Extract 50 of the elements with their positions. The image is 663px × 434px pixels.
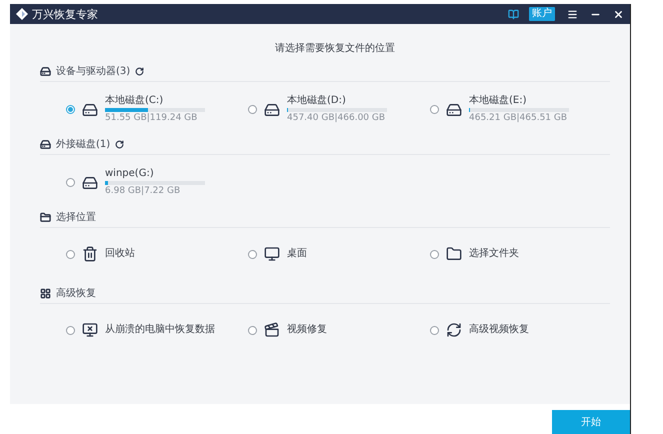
hard-drive-icon bbox=[40, 66, 51, 77]
location-label[interactable]: 选择文件夹 bbox=[469, 249, 519, 259]
radio-button[interactable] bbox=[248, 105, 257, 114]
hard-drive-icon bbox=[264, 102, 280, 118]
radio-button[interactable] bbox=[66, 250, 75, 258]
radio-button[interactable] bbox=[430, 250, 439, 258]
grid-icon bbox=[40, 288, 51, 299]
location-label[interactable]: 桌面 bbox=[287, 249, 307, 259]
monitor-icon bbox=[82, 322, 98, 338]
close-icon[interactable] bbox=[613, 8, 624, 20]
clapperboard-icon bbox=[264, 322, 280, 338]
location-label[interactable]: 视频修复 bbox=[287, 325, 327, 335]
section-title: 高级恢复 bbox=[56, 288, 96, 298]
radio-button[interactable] bbox=[66, 105, 75, 114]
refresh-icon bbox=[446, 322, 462, 338]
folder-icon bbox=[40, 212, 51, 223]
usage-text: 6.98 GB|7.22 GB bbox=[105, 187, 182, 196]
drive-name[interactable]: 本地磁盘(C:) bbox=[105, 96, 205, 106]
usage-text: 465.21 GB|465.51 GB bbox=[469, 114, 568, 123]
logo-icon bbox=[16, 8, 28, 20]
location-label[interactable]: 高级视频恢复 bbox=[469, 325, 529, 335]
drive-name[interactable]: 本地磁盘(E:) bbox=[469, 96, 569, 106]
section-title: 外接磁盘(1) bbox=[56, 140, 110, 150]
hard-drive-icon bbox=[82, 102, 98, 118]
drive-name[interactable]: 本地磁盘(D:) bbox=[287, 96, 387, 106]
hard-drive-icon bbox=[82, 174, 98, 190]
location-label[interactable]: 从崩溃的电脑中恢复数据 bbox=[105, 325, 215, 335]
monitor-icon bbox=[264, 246, 280, 262]
drive-name[interactable]: winpe(G:) bbox=[105, 169, 205, 179]
book-icon[interactable] bbox=[508, 8, 519, 20]
folder-icon bbox=[446, 246, 462, 262]
radio-button[interactable] bbox=[248, 250, 257, 258]
radio-button[interactable] bbox=[430, 105, 439, 114]
window-title: 万兴恢复专家 bbox=[32, 8, 98, 20]
section-title: 选择位置 bbox=[56, 212, 96, 222]
hard-drive-icon bbox=[40, 139, 51, 150]
refresh-icon[interactable] bbox=[115, 140, 124, 149]
page-heading: 请选择需要恢复文件的位置 bbox=[274, 44, 395, 54]
section-title: 设备与驱动器(3) bbox=[56, 66, 130, 76]
trash-icon bbox=[82, 246, 98, 262]
location-label[interactable]: 回收站 bbox=[105, 249, 135, 259]
usage-text: 51.55 GB|119.24 GB bbox=[105, 114, 198, 123]
radio-button[interactable] bbox=[248, 326, 257, 334]
menu-icon[interactable] bbox=[567, 8, 578, 20]
hard-drive-icon bbox=[446, 102, 462, 118]
radio-button[interactable] bbox=[66, 326, 75, 334]
radio-button[interactable] bbox=[430, 326, 439, 334]
refresh-icon[interactable] bbox=[135, 67, 144, 76]
radio-button[interactable] bbox=[66, 178, 75, 187]
usage-text: 457.40 GB|466.00 GB bbox=[287, 114, 386, 123]
